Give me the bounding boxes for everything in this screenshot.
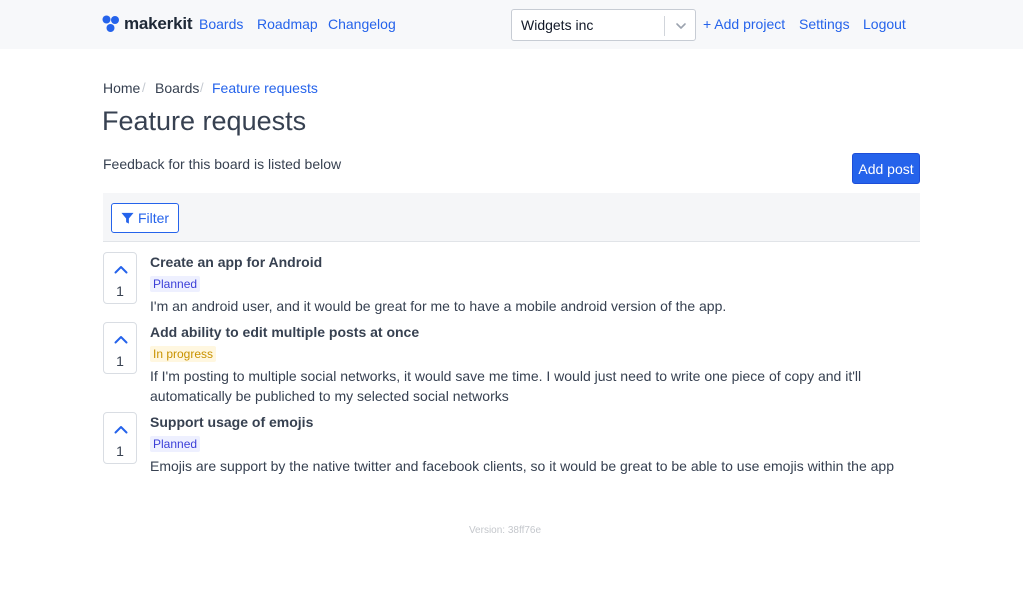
chevron-down-icon[interactable] xyxy=(673,18,689,34)
post-description: If I'm posting to multiple social networ… xyxy=(150,368,862,404)
vote-count: 1 xyxy=(116,443,124,459)
select-divider xyxy=(664,16,665,36)
filter-label: Filter xyxy=(137,210,170,226)
upvote-button[interactable]: 1 xyxy=(103,252,137,304)
breadcrumb-separator: / xyxy=(142,80,146,95)
post-title[interactable]: Add ability to edit multiple posts at on… xyxy=(150,324,419,340)
settings-link[interactable]: Settings xyxy=(799,16,850,32)
add-project-link[interactable]: + Add project xyxy=(703,16,785,32)
status-badge: In progress xyxy=(150,346,217,362)
page-subtitle: Feedback for this board is listed below xyxy=(103,156,342,172)
vote-count: 1 xyxy=(116,283,124,299)
project-select-value: Widgets inc xyxy=(521,17,594,33)
upvote-button[interactable]: 1 xyxy=(103,322,137,374)
chevron-up-icon xyxy=(114,426,128,434)
filter-button[interactable]: Filter xyxy=(111,203,179,233)
chevron-up-icon xyxy=(114,336,128,344)
top-navbar: makerkit Boards Roadmap Changelog Widget… xyxy=(0,0,1023,49)
post-description: I'm an android user, and it would be gre… xyxy=(150,298,727,314)
breadcrumb-boards[interactable]: Boards xyxy=(155,80,199,96)
breadcrumb-home[interactable]: Home xyxy=(103,80,140,96)
page-title: Feature requests xyxy=(102,106,307,136)
post-description: Emojis are support by the native twitter… xyxy=(150,458,894,474)
post-title[interactable]: Support usage of emojis xyxy=(150,414,313,430)
add-post-button[interactable]: Add post xyxy=(852,153,920,184)
logout-link[interactable]: Logout xyxy=(863,16,906,32)
chevron-up-icon xyxy=(114,266,128,274)
breadcrumb-separator: / xyxy=(200,80,204,95)
filter-bar: Filter xyxy=(103,193,920,242)
nav-link-changelog[interactable]: Changelog xyxy=(328,16,396,32)
filter-icon xyxy=(121,212,134,224)
nav-link-boards[interactable]: Boards xyxy=(199,16,243,32)
post-title[interactable]: Create an app for Android xyxy=(150,254,322,270)
brand-logo-link[interactable]: makerkit xyxy=(102,13,193,35)
nav-link-roadmap[interactable]: Roadmap xyxy=(257,16,318,32)
makerkit-logo-icon xyxy=(102,15,119,32)
version-label: Version: 38ff76e xyxy=(468,525,542,536)
vote-count: 1 xyxy=(116,353,124,369)
upvote-button[interactable]: 1 xyxy=(103,412,137,464)
breadcrumb-current[interactable]: Feature requests xyxy=(212,80,318,96)
status-badge: Planned xyxy=(150,276,201,292)
brand-name: makerkit xyxy=(124,14,193,33)
project-select[interactable]: Widgets inc xyxy=(511,9,696,41)
status-badge: Planned xyxy=(150,436,201,452)
